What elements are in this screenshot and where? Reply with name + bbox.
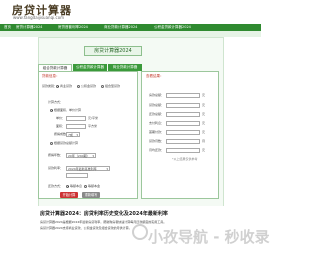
result-panel <box>141 71 219 199</box>
by-total-label: 根据贷款总额计算 <box>54 141 79 145</box>
result-loan-total-field <box>166 102 200 108</box>
area-label: 面积： <box>56 124 66 128</box>
nav-item-calculator[interactable]: 房贷计算器2024 <box>16 24 42 31</box>
result-months-field <box>166 138 200 144</box>
unit-price-label: 单价： <box>56 116 66 120</box>
result-unit: 元 <box>202 112 206 116</box>
by-area-label: 根据面积、单价计算 <box>54 108 82 112</box>
nav-item-provident[interactable]: 公积金贷款计算器2024 <box>154 24 191 31</box>
rate-select[interactable]: 2024年最新基准利率 ▾ <box>66 165 110 171</box>
rate-value: 2024年最新基准利率 <box>68 166 97 171</box>
result-label-months: 贷款月数： <box>149 139 165 143</box>
unit-price-input[interactable] <box>66 115 86 121</box>
result-interest-field <box>166 120 200 126</box>
result-label-repay-total: 还款总额： <box>149 112 165 116</box>
method-combined-label: 组合型贷款 <box>105 84 121 88</box>
term-select[interactable]: 20年（240期） ▾ <box>66 152 96 158</box>
article-paragraph: 房贷计算器2024是根据2024年最新房贷利率，帮助购房者快速计算每月还款额度的… <box>40 220 167 224</box>
method-provident-radio[interactable] <box>77 84 80 88</box>
rate-input[interactable] <box>66 173 88 178</box>
ratio-select[interactable]: 7成 ▾ <box>66 131 80 137</box>
result-label-down-payment: 首期付款： <box>149 130 165 134</box>
repay-label: 还款方式： <box>48 184 64 188</box>
nav-item-first-home-rate[interactable]: 房贷首套利率2024 <box>58 24 88 31</box>
result-label-house-total: 房款总额： <box>149 93 165 97</box>
result-note: *以上结果仅供参考 <box>172 157 198 161</box>
result-house-total-field <box>166 92 200 98</box>
rate-label: 贷款利率： <box>48 166 64 170</box>
result-unit: 元 <box>202 103 206 107</box>
chevron-down-icon: ▾ <box>76 132 78 137</box>
repay-equal-installment-label: 等额本息 <box>70 184 83 188</box>
calculate-button[interactable]: 开始计算 <box>60 192 78 198</box>
method-commercial-radio[interactable] <box>56 84 59 88</box>
result-unit: 元 <box>202 130 206 134</box>
tab-commercial[interactable]: 商业贷款计算器 <box>108 64 142 71</box>
watermark-logo-icon <box>132 224 148 240</box>
article-paragraph: 房贷计算器2024支持商业贷款、公积金贷款及组合贷款的月供计算。 <box>40 226 132 230</box>
unit-price-unit: 元/平米 <box>88 116 99 120</box>
result-section-title: 查看结果： <box>146 74 164 78</box>
tab-provident[interactable]: 公积金贷款计算器 <box>73 64 107 71</box>
calc-method-label: 贷款类别： <box>42 84 58 88</box>
term-label: 按揭年数： <box>48 153 64 157</box>
area-unit: 平方米 <box>88 124 98 128</box>
result-repay-total-field <box>166 111 200 117</box>
result-unit: 元 <box>202 148 206 152</box>
article-title: 房贷计算器2024：房贷利率历史变化及2024年最新利率 <box>40 211 168 217</box>
calc-type-label: 计算方式： <box>48 100 64 104</box>
result-label-loan-total: 贷款总额： <box>149 103 165 107</box>
nav-item-home[interactable]: 首页 <box>4 24 11 31</box>
result-unit: 元 <box>202 93 206 97</box>
ratio-value: 7成 <box>68 132 73 137</box>
repay-equal-principal-radio[interactable] <box>84 184 87 188</box>
site-url: www.fangdaijisuanqi.com <box>13 15 65 20</box>
loan-form <box>38 71 138 199</box>
result-down-payment-field <box>166 129 200 135</box>
chevron-down-icon: ▾ <box>106 166 108 171</box>
result-monthly-field <box>166 147 200 153</box>
result-unit: 月 <box>202 139 206 143</box>
method-commercial-label: 商业贷款 <box>60 84 73 88</box>
term-value: 20年（240期） <box>68 153 90 158</box>
by-area-radio[interactable] <box>50 108 53 112</box>
tab-combined[interactable]: 组合贷款计算器 <box>38 64 72 71</box>
form-section-title: 贷款信息： <box>42 74 60 78</box>
watermark-text: 小孜导航 - 秒收录 <box>148 228 270 246</box>
by-total-radio[interactable] <box>50 141 53 145</box>
calculator-title: 房贷计算器2024 <box>84 46 142 56</box>
repay-equal-principal-label: 等额本金 <box>88 184 101 188</box>
nav-item-commercial[interactable]: 商业贷款计算器2024 <box>104 24 137 31</box>
result-unit: 元 <box>202 121 206 125</box>
area-input[interactable] <box>66 123 86 129</box>
method-combined-radio[interactable] <box>101 84 104 88</box>
repay-equal-installment-radio[interactable] <box>66 184 69 188</box>
result-label-monthly: 月均还款： <box>149 148 165 152</box>
reset-button[interactable]: 重新填写 <box>82 192 100 198</box>
method-provident-label: 公积金贷款 <box>81 84 97 88</box>
result-label-interest: 支付利息： <box>149 121 165 125</box>
top-nav: 首页 房贷计算器2024 房贷首套利率2024 商业贷款计算器2024 公积金贷… <box>0 24 261 31</box>
chevron-down-icon: ▾ <box>92 153 94 158</box>
